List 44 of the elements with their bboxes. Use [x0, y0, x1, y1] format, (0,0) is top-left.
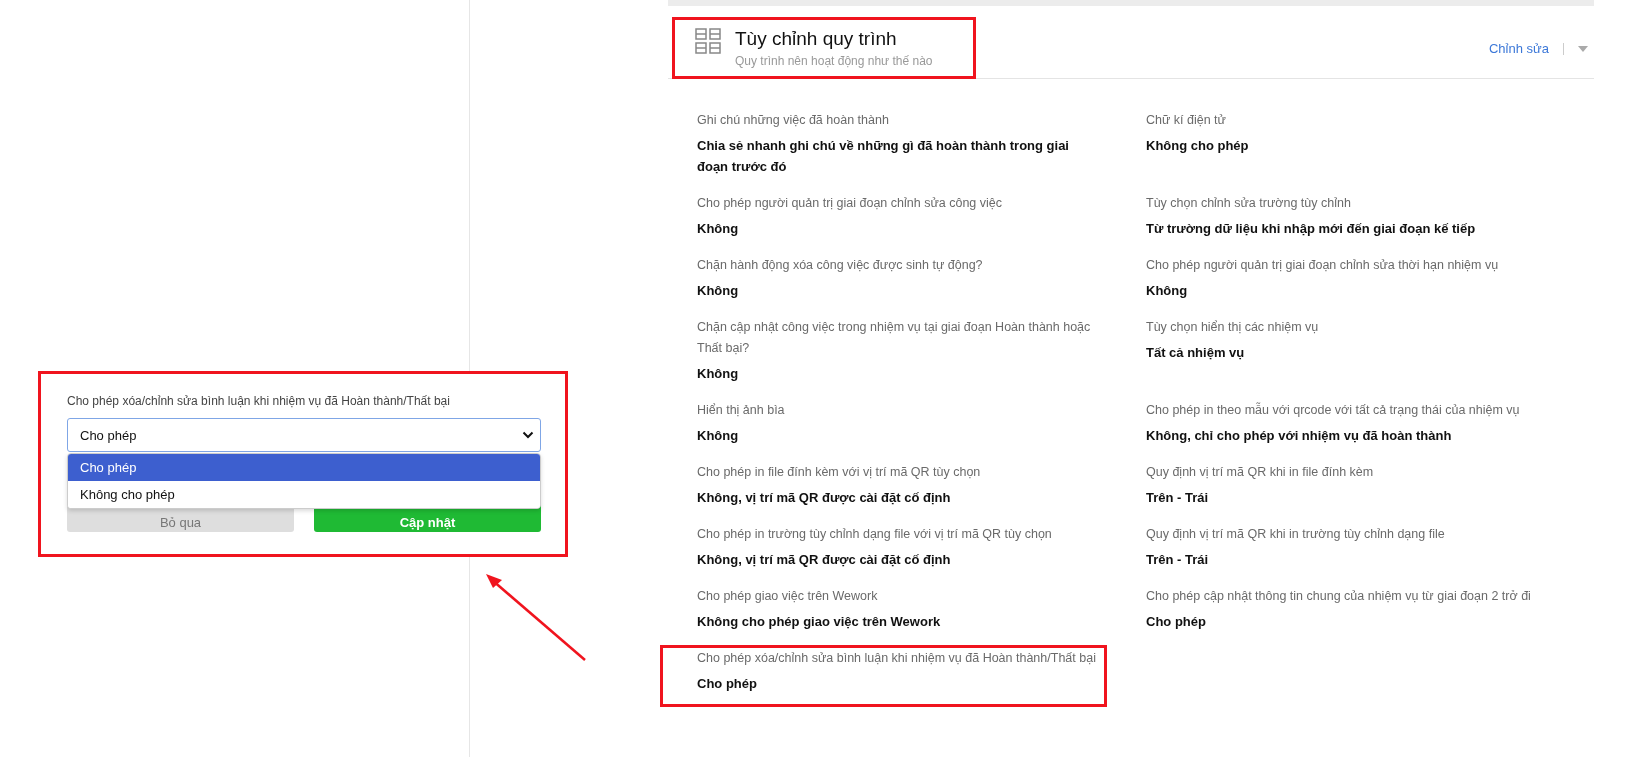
setting-label: Chặn cập nhật công việc trong nhiệm vụ tại giai đoạn Hoàn thành hoặc Thất bại?	[697, 319, 1092, 357]
card-subtitle: Quy trình nên hoạt động như thế nào	[735, 54, 933, 68]
setting-value: Không	[1146, 282, 1189, 300]
chevron-down-icon	[522, 431, 534, 439]
setting-value: Không, vị trí mã QR được cài đặt cố định	[697, 489, 952, 507]
setting-label: Quy định vị trí mã QR khi in file đính kèm	[1146, 464, 1375, 481]
setting-label: Tùy chọn chỉnh sửa trường tùy chỉnh	[1146, 195, 1352, 212]
setting-label: Cho phép in theo mẫu với qrcode với tất cả trạng thái của nhiệm vụ	[1146, 401, 1520, 419]
setting-value: Không	[697, 365, 740, 383]
setting-value: Không	[697, 282, 740, 300]
grid-icon	[695, 28, 721, 56]
setting-label: Cho phép người quản trị giai đoạn chỉnh sửa thời hạn nhiệm vụ	[1146, 257, 1499, 274]
setting-label: Quy định vị trí mã QR khi in trường tùy chỉnh dạng file	[1146, 526, 1446, 543]
setting-value: Cho phép	[1146, 613, 1207, 631]
setting-label: Cho phép người quản trị giai đoạn chỉnh sửa công việc	[697, 195, 1003, 212]
setting-value: Không	[697, 427, 740, 445]
setting-value: Tất cả nhiệm vụ	[1146, 344, 1246, 362]
setting-label: Chữ kí điện tử	[1146, 112, 1227, 129]
setting-label: Hiển thị ảnh bìa	[697, 402, 786, 419]
setting-label: Ghi chú những việc đã hoàn thành	[697, 112, 890, 129]
card-title: Tùy chỉnh quy trình	[735, 28, 898, 50]
setting-label: Cho phép xóa/chỉnh sửa bình luận khi nhiệm vụ đã Hoàn thành/Thất bại	[697, 650, 1096, 667]
setting-value: Không cho phép giao việc trên Wework	[697, 613, 942, 631]
caret-down-icon[interactable]	[1578, 45, 1588, 52]
dropdown-option[interactable]: Cho phép	[68, 454, 540, 481]
setting-value: Từ trường dữ liệu khi nhập mới đến giai đoạn kế tiếp	[1146, 220, 1477, 238]
setting-value: Không	[697, 220, 740, 238]
setting-label: Cho phép giao việc trên Wework	[697, 588, 879, 605]
setting-label: Cho phép in trường tùy chỉnh dạng file với vị trí mã QR tùy chọn	[697, 526, 1052, 543]
setting-value: Trên - Trái	[1146, 489, 1210, 507]
setting-label: Cho phép in file đính kèm với vị trí mã QR tùy chọn	[697, 464, 982, 481]
setting-label: Chặn hành động xóa công việc được sinh tự động?	[697, 257, 984, 274]
setting-value: Không cho phép	[1146, 137, 1250, 155]
setting-value: Cho phép	[697, 675, 758, 693]
setting-value: Không, chỉ cho phép với nhiệm vụ đã hoàn thành	[1146, 427, 1453, 445]
setting-value: Không, vị trí mã QR được cài đặt cố định	[697, 551, 952, 569]
field-label: Cho phép xóa/chỉnh sửa bình luận khi nhiệm vụ đã Hoàn thành/Thất bại	[67, 394, 451, 408]
select-field[interactable]: Cho phép	[67, 418, 541, 452]
dropdown-option[interactable]: Không cho phép	[68, 481, 540, 508]
setting-label: Cho phép cập nhật thông tin chung của nhiệm vụ từ giai đoạn 2 trở đi	[1146, 588, 1531, 605]
setting-label: Tùy chọn hiển thị các nhiệm vụ	[1146, 319, 1320, 336]
setting-value: Trên - Trái	[1146, 551, 1210, 569]
setting-value: Chia sẻ nhanh ghi chú về những gì đã hoàn thành trong giai đoạn trước đó	[697, 137, 1070, 176]
edit-link[interactable]: Chỉnh sửa	[1489, 41, 1549, 56]
